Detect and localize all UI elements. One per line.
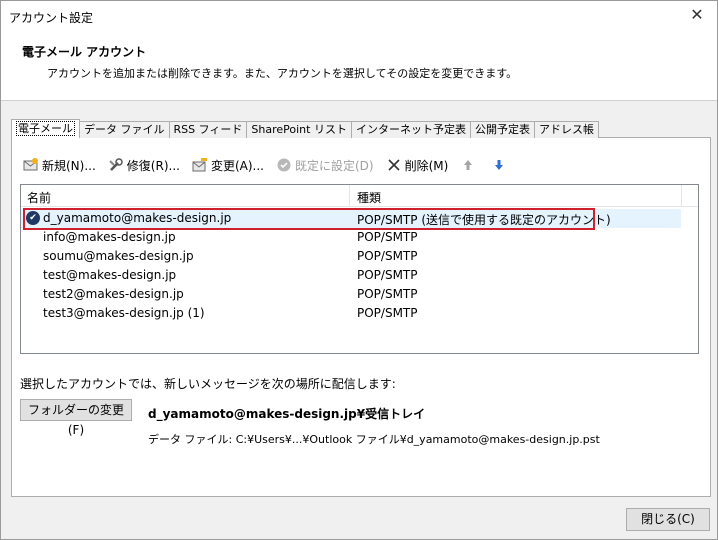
- set-default-button[interactable]: 既定に設定(D): [276, 157, 374, 174]
- header-description: アカウントを追加または削除できます。また、アカウントを選択してその設定を変更でき…: [47, 67, 518, 80]
- tab-internet-calendars[interactable]: インターネット予定表: [350, 121, 471, 138]
- delete-label: 削除(M): [404, 158, 449, 173]
- account-type: POP/SMTP: [357, 268, 418, 282]
- new-account-button[interactable]: 新規(N)...: [23, 157, 96, 174]
- change-button[interactable]: 変更(A)...: [192, 157, 264, 174]
- new-account-label: 新規(N)...: [42, 158, 96, 173]
- account-settings-dialog: アカウント設定 ✕ 電子メール アカウント アカウントを追加または削除できます。…: [0, 0, 718, 540]
- account-type: POP/SMTP (送信で使用する既定のアカウント): [357, 213, 611, 227]
- tab-email-label: 電子メール: [16, 121, 75, 136]
- window-title: アカウント設定: [9, 11, 94, 25]
- account-row[interactable]: ✔ d_yamamoto@makes-design.jp POP/SMTP (送…: [21, 209, 681, 228]
- account-row[interactable]: test2@makes-design.jp POP/SMTP: [21, 285, 681, 304]
- account-name: test@makes-design.jp: [43, 268, 177, 282]
- account-type: POP/SMTP: [357, 249, 418, 263]
- account-name: test3@makes-design.jp (1): [43, 306, 205, 320]
- list-header: 名前 種類: [21, 185, 698, 207]
- set-default-label: 既定に設定(D): [294, 158, 374, 173]
- title-bar: アカウント設定 ✕: [1, 1, 717, 31]
- column-divider[interactable]: [349, 185, 350, 207]
- tab-strip: 電子メール データ ファイル RSS フィード SharePoint リスト イ…: [11, 119, 599, 138]
- repair-button[interactable]: 修復(R)...: [108, 157, 180, 174]
- move-down-button[interactable]: [491, 157, 510, 173]
- edit-mail-icon: [192, 158, 207, 172]
- account-row[interactable]: soumu@makes-design.jp POP/SMTP: [21, 247, 681, 266]
- wrench-icon: [109, 158, 123, 171]
- account-row[interactable]: test3@makes-design.jp (1) POP/SMTP: [21, 304, 681, 323]
- column-divider[interactable]: [681, 185, 682, 207]
- column-header-name[interactable]: 名前: [27, 189, 51, 206]
- new-mail-icon: [23, 158, 38, 171]
- data-file-path: データ ファイル: C:¥Users¥...¥Outlook ファイル¥d_ya…: [148, 433, 600, 446]
- tab-email[interactable]: 電子メール: [11, 119, 80, 138]
- repair-label: 修復(R)...: [126, 158, 180, 173]
- tab-published-calendars[interactable]: 公開予定表: [469, 121, 535, 138]
- account-row[interactable]: test@makes-design.jp POP/SMTP: [21, 266, 681, 285]
- tab-sharepoint-lists[interactable]: SharePoint リスト: [246, 121, 352, 138]
- delete-x-icon: [388, 159, 400, 171]
- account-toolbar: 新規(N)... 修復(R)... 変更(A)... 既定に設定(D) 削除(M…: [23, 155, 522, 175]
- header-title: 電子メール アカウント: [22, 45, 147, 59]
- tab-rss-feeds[interactable]: RSS フィード: [168, 121, 248, 138]
- dialog-header: 電子メール アカウント アカウントを追加または削除できます。また、アカウントを選…: [1, 31, 717, 101]
- default-account-icon: ✔: [26, 211, 40, 225]
- delete-button[interactable]: 削除(M): [386, 157, 449, 174]
- account-type: POP/SMTP: [357, 287, 418, 301]
- account-type: POP/SMTP: [357, 306, 418, 320]
- account-row[interactable]: info@makes-design.jp POP/SMTP: [21, 228, 681, 247]
- close-button[interactable]: 閉じる(C): [626, 508, 710, 531]
- account-type: POP/SMTP: [357, 230, 418, 244]
- delivery-label: 選択したアカウントでは、新しいメッセージを次の場所に配信します:: [20, 377, 396, 391]
- close-window-icon[interactable]: ✕: [687, 5, 707, 25]
- change-label: 変更(A)...: [210, 158, 264, 173]
- move-up-button[interactable]: [460, 157, 479, 173]
- account-name: test2@makes-design.jp: [43, 287, 184, 301]
- delivery-target: d_yamamoto@makes-design.jp¥受信トレイ: [148, 407, 426, 421]
- arrow-up-icon: [464, 160, 473, 170]
- arrow-down-icon: [495, 160, 504, 170]
- account-name: soumu@makes-design.jp: [43, 249, 194, 263]
- check-circle-icon: [277, 158, 291, 172]
- column-header-type[interactable]: 種類: [357, 189, 381, 206]
- account-list: 名前 種類 ✔ d_yamamoto@makes-design.jp POP/S…: [20, 184, 699, 354]
- tab-address-books[interactable]: アドレス帳: [533, 121, 599, 138]
- account-name: info@makes-design.jp: [43, 230, 176, 244]
- change-folder-button[interactable]: フォルダーの変更(F): [20, 399, 132, 437]
- account-name: d_yamamoto@makes-design.jp: [43, 211, 232, 225]
- tab-data-files[interactable]: データ ファイル: [79, 121, 170, 138]
